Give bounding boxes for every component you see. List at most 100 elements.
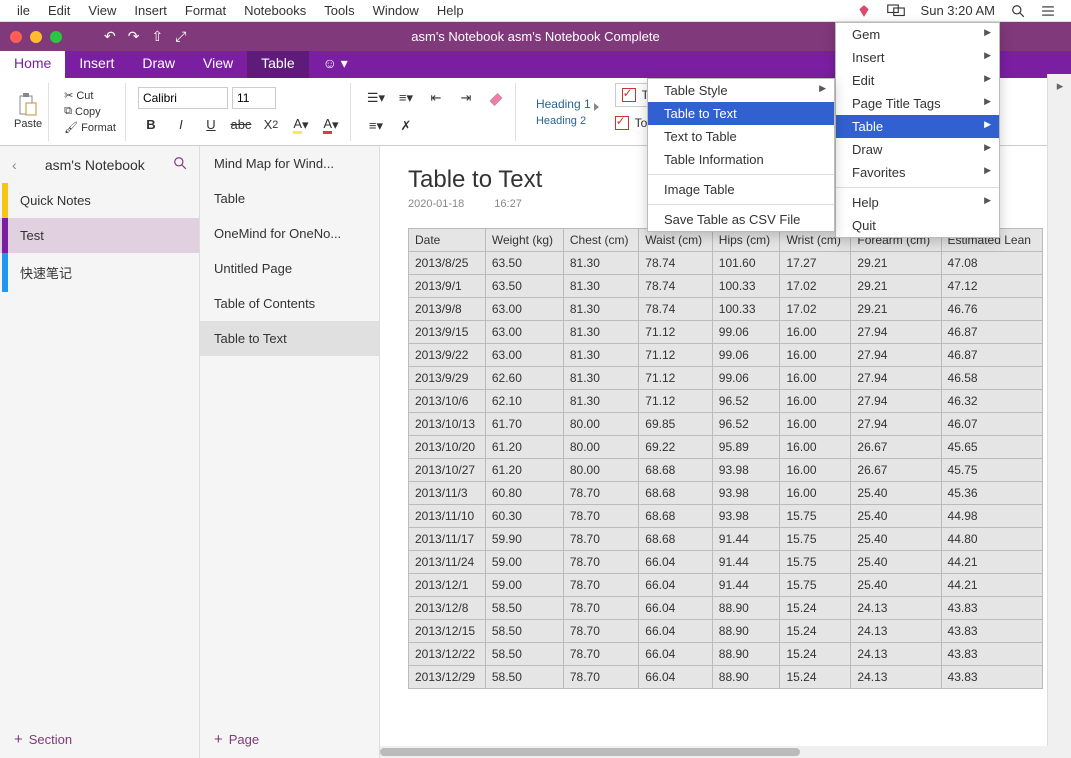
menu-format[interactable]: Format bbox=[176, 3, 235, 18]
table-cell[interactable]: 80.00 bbox=[563, 459, 638, 482]
table-cell[interactable]: 91.44 bbox=[712, 574, 780, 597]
table-row[interactable]: 2013/10/2061.2080.0069.2295.8916.0026.67… bbox=[409, 436, 1043, 459]
table-cell[interactable]: 45.36 bbox=[941, 482, 1042, 505]
table-cell[interactable]: 66.04 bbox=[639, 643, 713, 666]
table-cell[interactable]: 16.00 bbox=[780, 390, 851, 413]
table-cell[interactable]: 78.70 bbox=[563, 482, 638, 505]
table-cell[interactable]: 93.98 bbox=[712, 482, 780, 505]
table-cell[interactable]: 46.32 bbox=[941, 390, 1042, 413]
table-cell[interactable]: 81.30 bbox=[563, 275, 638, 298]
table-cell[interactable]: 78.74 bbox=[639, 252, 713, 275]
italic-button[interactable]: I bbox=[168, 113, 194, 137]
table-cell[interactable]: 78.70 bbox=[563, 666, 638, 689]
table-cell[interactable]: 80.00 bbox=[563, 436, 638, 459]
table-cell[interactable]: 16.00 bbox=[780, 321, 851, 344]
table-cell[interactable]: 66.04 bbox=[639, 597, 713, 620]
subscript-button[interactable]: X2 bbox=[258, 113, 284, 137]
table-row[interactable]: 2013/10/1361.7080.0069.8596.5216.0027.94… bbox=[409, 413, 1043, 436]
table-cell[interactable]: 91.44 bbox=[712, 551, 780, 574]
numbering-button[interactable]: ≡▾ bbox=[393, 86, 419, 110]
table-cell[interactable]: 15.75 bbox=[780, 574, 851, 597]
table-cell[interactable]: 2013/11/24 bbox=[409, 551, 486, 574]
search-icon[interactable] bbox=[173, 156, 187, 173]
page-untitled[interactable]: Untitled Page bbox=[200, 251, 379, 286]
table-cell[interactable]: 78.74 bbox=[639, 275, 713, 298]
table-cell[interactable]: 59.00 bbox=[485, 574, 563, 597]
highlight-button[interactable]: A▾ bbox=[288, 113, 314, 137]
table-cell[interactable]: 58.50 bbox=[485, 597, 563, 620]
menu-insert[interactable]: Insert bbox=[125, 3, 176, 18]
table-header[interactable]: Chest (cm) bbox=[563, 229, 638, 252]
clock-time[interactable]: Sun 3:20 AM bbox=[913, 3, 1003, 18]
table-cell[interactable]: 15.24 bbox=[780, 620, 851, 643]
outdent-button[interactable]: ⇤ bbox=[423, 86, 449, 110]
scrollbar-thumb[interactable] bbox=[380, 748, 800, 756]
format-painter-button[interactable]: 🖌Format bbox=[61, 120, 119, 135]
table-cell[interactable]: 71.12 bbox=[639, 367, 713, 390]
menu-notebooks[interactable]: Notebooks bbox=[235, 3, 315, 18]
table-cell[interactable]: 78.70 bbox=[563, 505, 638, 528]
table-cell[interactable]: 63.00 bbox=[485, 344, 563, 367]
table-cell[interactable]: 61.70 bbox=[485, 413, 563, 436]
table-row[interactable]: 2013/9/2263.0081.3071.1299.0616.0027.944… bbox=[409, 344, 1043, 367]
table-cell[interactable]: 60.80 bbox=[485, 482, 563, 505]
table-cell[interactable]: 16.00 bbox=[780, 344, 851, 367]
table-cell[interactable]: 46.87 bbox=[941, 321, 1042, 344]
table-cell[interactable]: 46.58 bbox=[941, 367, 1042, 390]
table-cell[interactable]: 15.24 bbox=[780, 666, 851, 689]
table-cell[interactable]: 96.52 bbox=[712, 390, 780, 413]
table-cell[interactable]: 2013/9/15 bbox=[409, 321, 486, 344]
table-cell[interactable]: 88.90 bbox=[712, 666, 780, 689]
table-row[interactable]: 2013/12/159.0078.7066.0491.4415.7525.404… bbox=[409, 574, 1043, 597]
table-cell[interactable]: 93.98 bbox=[712, 459, 780, 482]
table-cell[interactable]: 71.12 bbox=[639, 390, 713, 413]
table-cell[interactable]: 60.30 bbox=[485, 505, 563, 528]
menu-tools[interactable]: Tools bbox=[315, 3, 363, 18]
table-cell[interactable]: 69.85 bbox=[639, 413, 713, 436]
table-cell[interactable]: 78.70 bbox=[563, 643, 638, 666]
clear-format-button[interactable]: ✗ bbox=[393, 114, 419, 138]
table-cell[interactable]: 2013/12/22 bbox=[409, 643, 486, 666]
table-cell[interactable]: 66.04 bbox=[639, 666, 713, 689]
menu-file[interactable]: ile bbox=[8, 3, 39, 18]
table-cell[interactable]: 44.21 bbox=[941, 574, 1042, 597]
minimize-window-icon[interactable] bbox=[30, 31, 42, 43]
table-cell[interactable]: 61.20 bbox=[485, 459, 563, 482]
table-cell[interactable]: 15.75 bbox=[780, 528, 851, 551]
bold-button[interactable]: B bbox=[138, 113, 164, 137]
table-cell[interactable]: 27.94 bbox=[851, 321, 941, 344]
table-cell[interactable]: 2013/12/1 bbox=[409, 574, 486, 597]
copy-button[interactable]: ⧉Copy bbox=[61, 104, 119, 119]
tab-view[interactable]: View bbox=[189, 51, 247, 78]
submenu-text-to-table[interactable]: Text to Table bbox=[648, 125, 834, 148]
table-cell[interactable]: 68.68 bbox=[639, 459, 713, 482]
table-cell[interactable]: 63.50 bbox=[485, 252, 563, 275]
section-quick-notes[interactable]: Quick Notes bbox=[0, 183, 199, 218]
table-cell[interactable]: 15.75 bbox=[780, 505, 851, 528]
table-cell[interactable]: 47.08 bbox=[941, 252, 1042, 275]
table-cell[interactable]: 78.70 bbox=[563, 620, 638, 643]
table-cell[interactable]: 15.24 bbox=[780, 643, 851, 666]
submenu-image-table[interactable]: Image Table bbox=[648, 178, 834, 201]
table-cell[interactable]: 27.94 bbox=[851, 344, 941, 367]
gem-menu-edit[interactable]: Edit bbox=[836, 69, 999, 92]
table-cell[interactable]: 2013/10/13 bbox=[409, 413, 486, 436]
table-cell[interactable]: 63.50 bbox=[485, 275, 563, 298]
table-cell[interactable]: 26.67 bbox=[851, 459, 941, 482]
font-color-button[interactable]: A▾ bbox=[318, 113, 344, 137]
table-cell[interactable]: 24.13 bbox=[851, 597, 941, 620]
table-cell[interactable]: 27.94 bbox=[851, 413, 941, 436]
table-cell[interactable]: 46.87 bbox=[941, 344, 1042, 367]
table-cell[interactable]: 68.68 bbox=[639, 528, 713, 551]
table-cell[interactable]: 101.60 bbox=[712, 252, 780, 275]
close-window-icon[interactable] bbox=[10, 31, 22, 43]
table-cell[interactable]: 61.20 bbox=[485, 436, 563, 459]
table-cell[interactable]: 15.24 bbox=[780, 597, 851, 620]
horizontal-scrollbar[interactable] bbox=[380, 746, 1057, 758]
table-cell[interactable]: 2013/9/22 bbox=[409, 344, 486, 367]
table-cell[interactable]: 68.68 bbox=[639, 505, 713, 528]
section-cn[interactable]: 快速笔记 bbox=[0, 253, 199, 292]
eraser-icon[interactable] bbox=[483, 86, 509, 110]
table-row[interactable]: 2013/9/1563.0081.3071.1299.0616.0027.944… bbox=[409, 321, 1043, 344]
table-row[interactable]: 2013/12/858.5078.7066.0488.9015.2424.134… bbox=[409, 597, 1043, 620]
